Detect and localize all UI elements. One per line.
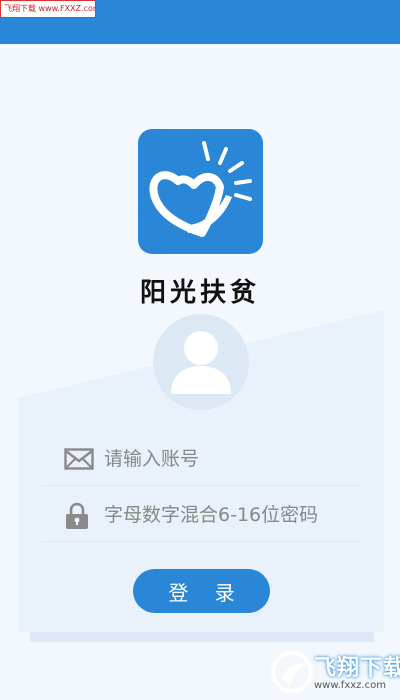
password-field	[42, 490, 362, 542]
watermark-bottom: 飞翔下载 www.fxxz.com	[270, 648, 400, 696]
account-field	[42, 434, 362, 486]
user-silhouette-icon	[171, 331, 231, 394]
password-input[interactable]	[104, 498, 354, 532]
lock-icon	[64, 502, 90, 534]
login-button[interactable]: 登 录	[133, 569, 270, 613]
account-input[interactable]	[104, 442, 354, 476]
app-title: 阳光扶贫	[139, 278, 260, 308]
watermark-logo-icon	[271, 651, 313, 693]
app-logo	[138, 129, 263, 254]
watermark-title: 飞翔下载	[314, 656, 400, 681]
avatar	[153, 314, 249, 410]
mail-icon	[64, 448, 94, 474]
watermark-url: www.fxxz.com	[314, 680, 386, 691]
heart-sun-logo-icon	[149, 141, 252, 237]
